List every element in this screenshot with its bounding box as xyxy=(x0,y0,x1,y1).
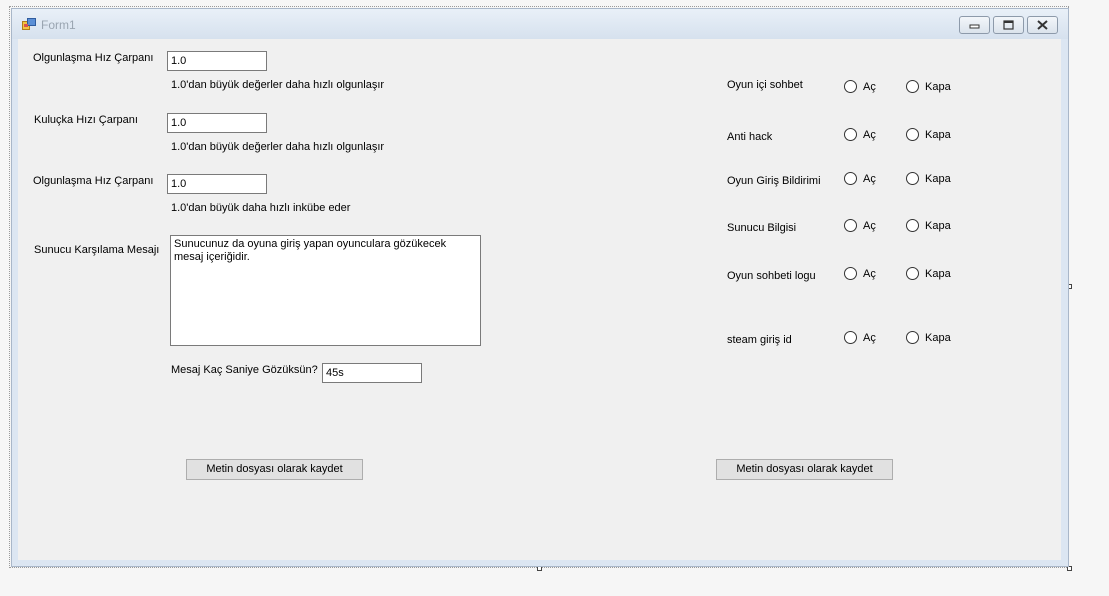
welcome-message-textarea[interactable]: Sunucunuz da oyuna giriş yapan oyuncular… xyxy=(170,235,481,346)
chat-log-on-label: Aç xyxy=(863,268,876,280)
option-label-antihack: Anti hack xyxy=(727,131,773,143)
option-label-server-info: Sunucu Bilgisi xyxy=(727,222,797,234)
server-info-on-label: Aç xyxy=(863,220,876,232)
chat-off-label: Kapa xyxy=(925,81,951,93)
minimize-button[interactable] xyxy=(959,16,990,34)
option-label-login-notice: Oyun Giriş Bildirimi xyxy=(727,175,821,187)
login-notice-off-label: Kapa xyxy=(925,173,951,185)
form-client-area: Olgunlaşma Hız Çarpanı 1.0 1.0'dan büyük… xyxy=(18,39,1061,560)
login-notice-on-label: Aç xyxy=(863,173,876,185)
antihack-on-label: Aç xyxy=(863,129,876,141)
server-info-on-radio[interactable] xyxy=(844,219,857,232)
antihack-off-label: Kapa xyxy=(925,129,951,141)
chat-log-on-radio[interactable] xyxy=(844,267,857,280)
form-window: Form1 Olgunlaşma Hız Çarpanı 1.0 1.0'dan… xyxy=(11,8,1069,567)
maximize-icon xyxy=(1003,20,1014,30)
server-info-off-radio[interactable] xyxy=(906,219,919,232)
message-duration-label: Mesaj Kaç Saniye Gözüksün? xyxy=(171,364,318,376)
chat-log-off-radio[interactable] xyxy=(906,267,919,280)
chat-log-off-label: Kapa xyxy=(925,268,951,280)
steam-id-on-label: Aç xyxy=(863,332,876,344)
incubation-rate-input[interactable]: 1.0 xyxy=(167,113,267,133)
form-icon xyxy=(22,18,36,30)
steam-id-on-radio[interactable] xyxy=(844,331,857,344)
message-duration-input[interactable]: 45s xyxy=(322,363,422,383)
option-label-chat-log: Oyun sohbeti logu xyxy=(727,270,816,282)
login-notice-off-radio[interactable] xyxy=(906,172,919,185)
close-icon xyxy=(1037,20,1048,30)
option-label-steam-id: steam giriş id xyxy=(727,334,792,346)
antihack-off-radio[interactable] xyxy=(906,128,919,141)
maturation-rate-2-hint: 1.0'dan büyük daha hızlı inkübe eder xyxy=(171,202,351,214)
chat-off-radio[interactable] xyxy=(906,80,919,93)
maturation-rate-hint: 1.0'dan büyük değerler daha hızlı olgunl… xyxy=(171,79,385,91)
minimize-icon xyxy=(969,24,980,29)
close-button[interactable] xyxy=(1027,16,1058,34)
steam-id-off-label: Kapa xyxy=(925,332,951,344)
server-info-off-label: Kapa xyxy=(925,220,951,232)
maturation-rate-input[interactable]: 1.0 xyxy=(167,51,267,71)
title-bar: Form1 xyxy=(12,9,1068,39)
antihack-on-radio[interactable] xyxy=(844,128,857,141)
incubation-rate-label: Kuluçka Hızı Çarpanı xyxy=(34,114,138,126)
incubation-rate-hint: 1.0'dan büyük değerler daha hızlı olgunl… xyxy=(171,141,385,153)
steam-id-off-radio[interactable] xyxy=(906,331,919,344)
save-left-button[interactable]: Metin dosyası olarak kaydet xyxy=(186,459,363,480)
maturation-rate-label: Olgunlaşma Hız Çarpanı xyxy=(33,52,154,64)
designer-surface: Form1 Olgunlaşma Hız Çarpanı 1.0 1.0'dan… xyxy=(0,0,1109,596)
window-title: Form1 xyxy=(41,18,76,32)
save-right-button[interactable]: Metin dosyası olarak kaydet xyxy=(716,459,893,480)
welcome-message-label: Sunucu Karşılama Mesajı xyxy=(34,244,160,256)
option-label-chat: Oyun içi sohbet xyxy=(727,79,803,91)
chat-on-label: Aç xyxy=(863,81,876,93)
maturation-rate-2-input[interactable]: 1.0 xyxy=(167,174,267,194)
maximize-button[interactable] xyxy=(993,16,1024,34)
login-notice-on-radio[interactable] xyxy=(844,172,857,185)
chat-on-radio[interactable] xyxy=(844,80,857,93)
maturation-rate-2-label: Olgunlaşma Hız Çarpanı xyxy=(33,175,154,187)
